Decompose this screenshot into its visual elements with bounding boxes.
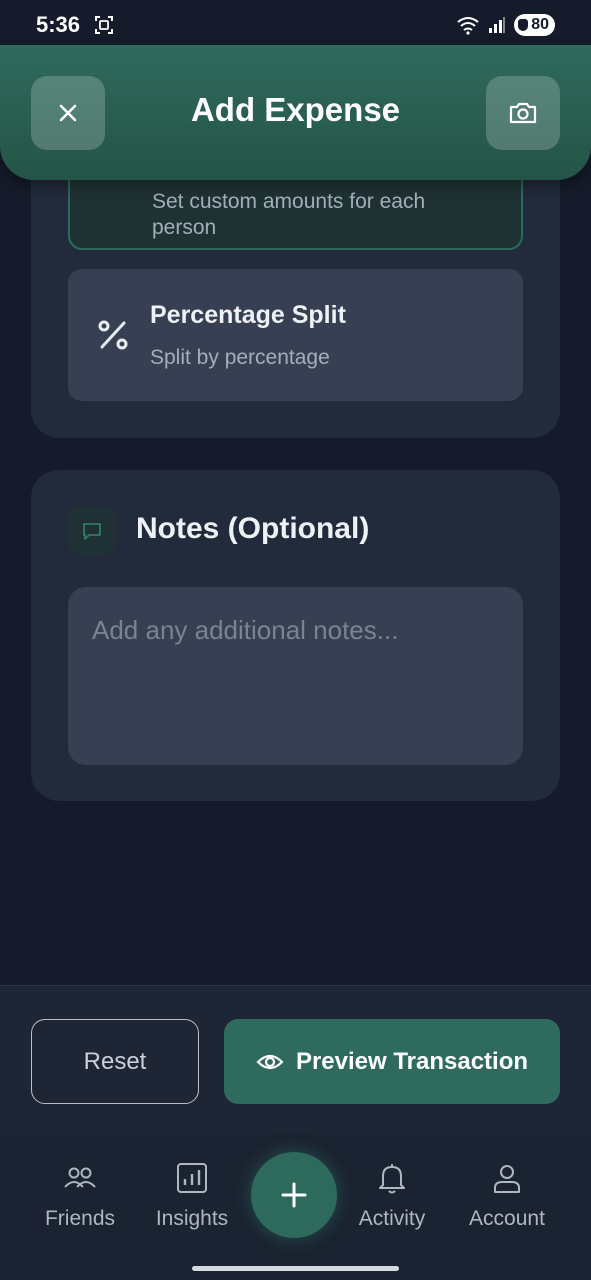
plus-icon <box>281 1182 307 1208</box>
preview-transaction-button[interactable]: Preview Transaction <box>224 1019 560 1104</box>
camera-icon <box>509 102 537 124</box>
percent-icon <box>98 320 128 350</box>
custom-split-subtitle-line1: Set custom amounts for each <box>152 190 426 213</box>
notes-input[interactable] <box>68 587 523 765</box>
percentage-split-option[interactable]: Percentage Split Split by percentage <box>68 269 523 401</box>
status-time: 5:36 <box>36 12 81 37</box>
nav-insights[interactable]: Insights <box>137 1161 247 1231</box>
comment-icon <box>83 523 101 540</box>
preview-transaction-label: Preview Transaction <box>295 1047 529 1075</box>
nav-friends[interactable]: Friends <box>25 1161 135 1231</box>
camera-button[interactable] <box>486 76 560 150</box>
status-icons: 80 <box>456 14 555 36</box>
notes-title: Notes (Optional) <box>136 512 370 545</box>
screenshot-icon <box>95 16 114 34</box>
custom-split-subtitle-line2: person <box>152 216 217 239</box>
shield-icon <box>518 19 529 31</box>
notes-card: Notes (Optional) <box>31 470 560 801</box>
home-indicator <box>192 1266 399 1271</box>
signal-icon <box>489 17 506 33</box>
battery-level: 80 <box>531 16 549 33</box>
nav-account-label: Account <box>469 1207 545 1230</box>
percentage-split-subtitle: Split by percentage <box>150 346 330 369</box>
battery-indicator: 80 <box>514 14 555 36</box>
percentage-split-title: Percentage Split <box>150 301 346 329</box>
chart-icon <box>177 1163 207 1193</box>
reset-button[interactable]: Reset <box>31 1019 199 1104</box>
bottom-nav: Friends Insights Activity Account <box>0 1135 591 1280</box>
wifi-icon <box>457 17 479 35</box>
nav-insights-label: Insights <box>155 1207 229 1230</box>
notes-icon-container <box>68 507 116 555</box>
nav-friends-label: Friends <box>44 1207 116 1230</box>
nav-activity-label: Activity <box>358 1207 426 1230</box>
bell-icon <box>379 1164 405 1194</box>
add-expense-fab[interactable] <box>251 1152 337 1238</box>
status-bar: 5:36 80 <box>0 0 591 50</box>
friends-icon <box>64 1167 96 1188</box>
nav-activity[interactable]: Activity <box>337 1161 447 1231</box>
app-header: Add Expense <box>0 45 591 180</box>
nav-account[interactable]: Account <box>452 1161 562 1231</box>
user-icon <box>494 1165 520 1193</box>
eye-icon <box>256 1054 284 1069</box>
action-bar: Reset Preview Transaction <box>0 985 591 1135</box>
